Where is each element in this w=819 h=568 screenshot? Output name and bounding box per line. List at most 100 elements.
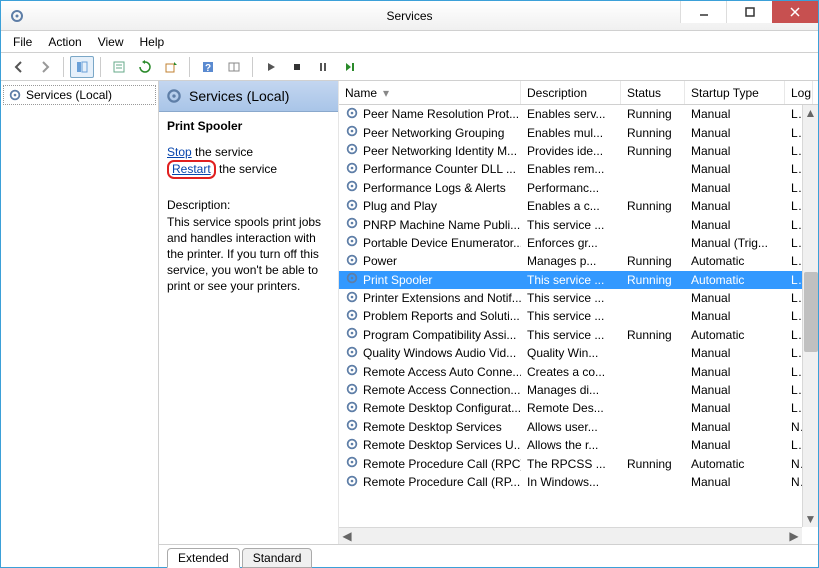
restart-service-link[interactable]: Restart [172, 162, 211, 176]
service-status-cell: Running [621, 457, 685, 471]
service-row[interactable]: Remote Desktop ServicesAllows user...Man… [339, 418, 818, 436]
column-status[interactable]: Status [621, 81, 685, 104]
column-name[interactable]: Name▾ [339, 81, 521, 104]
service-name-cell: PNRP Machine Name Publi... [363, 218, 520, 232]
service-icon [345, 437, 359, 454]
minimize-button[interactable] [680, 1, 726, 23]
detail-pane: Services (Local) Print Spooler Stop the … [159, 81, 339, 544]
maximize-button[interactable] [726, 1, 772, 23]
horizontal-scrollbar[interactable]: ◀ ▶ [339, 527, 802, 544]
service-desc-cell: In Windows... [521, 475, 621, 489]
service-startup-cell: Automatic [685, 273, 785, 287]
restart-service-button[interactable] [337, 56, 361, 78]
show-hide-tree-button[interactable] [70, 56, 94, 78]
service-name-cell: Peer Networking Grouping [363, 126, 504, 140]
service-startup-cell: Manual (Trig... [685, 236, 785, 250]
column-logon[interactable]: Log [785, 81, 813, 104]
service-startup-cell: Manual [685, 309, 785, 323]
forward-button[interactable] [33, 56, 57, 78]
close-button[interactable] [772, 1, 818, 23]
service-row[interactable]: Remote Procedure Call (RPC)The RPCSS ...… [339, 454, 818, 472]
help-button[interactable]: ? [196, 56, 220, 78]
service-row[interactable]: Program Compatibility Assi...This servic… [339, 326, 818, 344]
menu-help[interactable]: Help [132, 33, 173, 51]
service-status-cell: Running [621, 107, 685, 121]
menu-action[interactable]: Action [40, 33, 89, 51]
scroll-up-icon[interactable]: ▲ [803, 105, 819, 121]
back-button[interactable] [7, 56, 31, 78]
service-icon [345, 179, 359, 196]
tab-standard[interactable]: Standard [242, 548, 313, 568]
service-row[interactable]: Remote Desktop Configurat...Remote Des..… [339, 399, 818, 417]
service-row[interactable]: Quality Windows Audio Vid...Quality Win.… [339, 344, 818, 362]
service-startup-cell: Manual [685, 475, 785, 489]
service-name-cell: Peer Name Resolution Prot... [363, 107, 519, 121]
service-startup-cell: Manual [685, 401, 785, 415]
service-name-cell: Peer Networking Identity M... [363, 144, 517, 158]
service-name-cell: Remote Desktop Services [363, 420, 502, 434]
service-desc-cell: Performanc... [521, 181, 621, 195]
service-desc-cell: Provides ide... [521, 144, 621, 158]
service-desc-cell: Manages di... [521, 383, 621, 397]
service-row[interactable]: Remote Procedure Call (RP...In Windows..… [339, 473, 818, 491]
service-startup-cell: Manual [685, 218, 785, 232]
detail-header-label: Services (Local) [189, 88, 289, 104]
service-name-cell: Quality Windows Audio Vid... [363, 346, 516, 360]
service-icon [345, 308, 359, 325]
vertical-scrollbar[interactable]: ▲ ▼ [802, 105, 818, 527]
column-startup-type[interactable]: Startup Type [685, 81, 785, 104]
service-desc-cell: This service ... [521, 309, 621, 323]
service-row[interactable]: Peer Networking Identity M... Provides id… [339, 142, 818, 160]
stop-service-link[interactable]: Stop [167, 145, 192, 159]
service-startup-cell: Manual [685, 291, 785, 305]
service-name-cell: Remote Desktop Configurat... [363, 401, 521, 415]
service-row[interactable]: Portable Device Enumerator...Enforces gr… [339, 234, 818, 252]
scroll-right-icon[interactable]: ▶ [786, 528, 802, 545]
service-row[interactable]: Performance Counter DLL ...Enables rem..… [339, 160, 818, 178]
service-name-cell: Plug and Play [363, 199, 437, 213]
service-row[interactable]: Print SpoolerThis service ...RunningAuto… [339, 271, 818, 289]
service-row[interactable]: Remote Access Connection...Manages di...… [339, 381, 818, 399]
menu-file[interactable]: File [5, 33, 40, 51]
stop-service-button[interactable] [285, 56, 309, 78]
scroll-thumb[interactable] [804, 272, 818, 352]
service-row[interactable]: Problem Reports and Soluti...This servic… [339, 307, 818, 325]
service-row[interactable]: PNRP Machine Name Publi...This service .… [339, 215, 818, 233]
service-row[interactable]: Peer Name Resolution Prot...Enables serv… [339, 105, 818, 123]
service-icon [345, 253, 359, 270]
tile-button[interactable] [222, 56, 246, 78]
properties-button[interactable] [107, 56, 131, 78]
service-icon [345, 474, 359, 491]
pause-service-button[interactable] [311, 56, 335, 78]
start-service-button[interactable] [259, 56, 283, 78]
tab-extended[interactable]: Extended [167, 548, 240, 568]
detail-header: Services (Local) [159, 81, 338, 112]
refresh-button[interactable] [133, 56, 157, 78]
service-row[interactable]: Performance Logs & AlertsPerformanc...Ma… [339, 179, 818, 197]
column-description[interactable]: Description [521, 81, 621, 104]
service-desc-cell: Allows user... [521, 420, 621, 434]
service-row[interactable]: Remote Access Auto Conne...Creates a co.… [339, 362, 818, 380]
service-row[interactable]: PowerManages p...RunningAutomaticLoc [339, 252, 818, 270]
menu-view[interactable]: View [90, 33, 132, 51]
service-icon [345, 455, 359, 472]
service-row[interactable]: Remote Desktop Services U...Allows the r… [339, 436, 818, 454]
service-name-cell: Performance Logs & Alerts [363, 181, 506, 195]
service-icon [345, 326, 359, 343]
service-row[interactable]: Peer Networking GroupingEnables mul...Ru… [339, 123, 818, 141]
service-startup-cell: Manual [685, 199, 785, 213]
tree-root-services-local[interactable]: Services (Local) [3, 85, 156, 105]
service-startup-cell: Manual [685, 144, 785, 158]
service-icon [345, 216, 359, 233]
service-name-cell: Remote Desktop Services U... [363, 438, 521, 452]
scroll-left-icon[interactable]: ◀ [339, 528, 355, 545]
service-icon [345, 271, 359, 288]
scroll-down-icon[interactable]: ▼ [803, 511, 819, 527]
export-button[interactable] [159, 56, 183, 78]
service-status-cell: Running [621, 328, 685, 342]
tree-root-label: Services (Local) [26, 88, 112, 102]
service-row[interactable]: Plug and PlayEnables a c...RunningManual… [339, 197, 818, 215]
service-startup-cell: Manual [685, 365, 785, 379]
service-row[interactable]: Printer Extensions and Notif...This serv… [339, 289, 818, 307]
service-name-cell: Power [363, 254, 397, 268]
